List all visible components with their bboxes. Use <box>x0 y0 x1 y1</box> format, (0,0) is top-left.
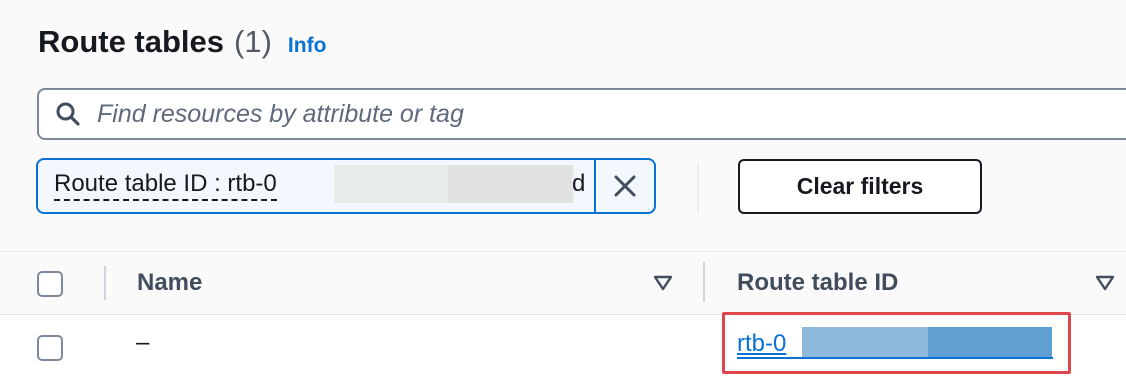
page-header: Route tables (1) Info <box>38 24 326 60</box>
route-table-name: – <box>136 329 150 356</box>
resource-count: (1) <box>234 24 272 59</box>
route-tables-panel: Route tables (1) Info Route table ID : r… <box>0 0 1126 378</box>
link-underline <box>737 357 1053 359</box>
search-input[interactable] <box>95 98 999 130</box>
route-table-id-link[interactable]: rtb-0 <box>737 330 786 357</box>
column-resizer[interactable] <box>703 262 705 302</box>
redacted-region <box>802 327 928 357</box>
close-icon <box>614 175 636 197</box>
table-header: Name Route table ID <box>0 252 1126 315</box>
filter-token: Route table ID : rtb-0 d <box>36 158 656 214</box>
redacted-region <box>928 327 1052 357</box>
filter-token-label-area[interactable]: Route table ID : rtb-0 d <box>38 160 594 212</box>
sort-caret-icon[interactable] <box>1095 275 1115 291</box>
column-header-route-table-id[interactable]: Route table ID <box>737 269 898 297</box>
search-bar[interactable] <box>37 88 1126 140</box>
redacted-region <box>448 165 572 203</box>
filter-token-trailing-char: d <box>572 170 586 197</box>
column-separator <box>104 266 106 300</box>
table-row: – rtb-0 <box>0 315 1126 378</box>
search-icon <box>53 99 83 129</box>
page-title: Route tables <box>38 24 225 59</box>
column-header-name[interactable]: Name <box>137 269 202 297</box>
select-all-checkbox[interactable] <box>37 271 63 297</box>
info-link[interactable]: Info <box>288 34 326 58</box>
clear-filters-button[interactable]: Clear filters <box>738 159 982 214</box>
remove-filter-button[interactable] <box>594 160 654 212</box>
filter-token-text: Route table ID : rtb-0 <box>54 170 277 201</box>
sort-caret-icon[interactable] <box>653 275 673 291</box>
toolbar-divider <box>697 164 699 212</box>
row-checkbox[interactable] <box>37 335 63 361</box>
